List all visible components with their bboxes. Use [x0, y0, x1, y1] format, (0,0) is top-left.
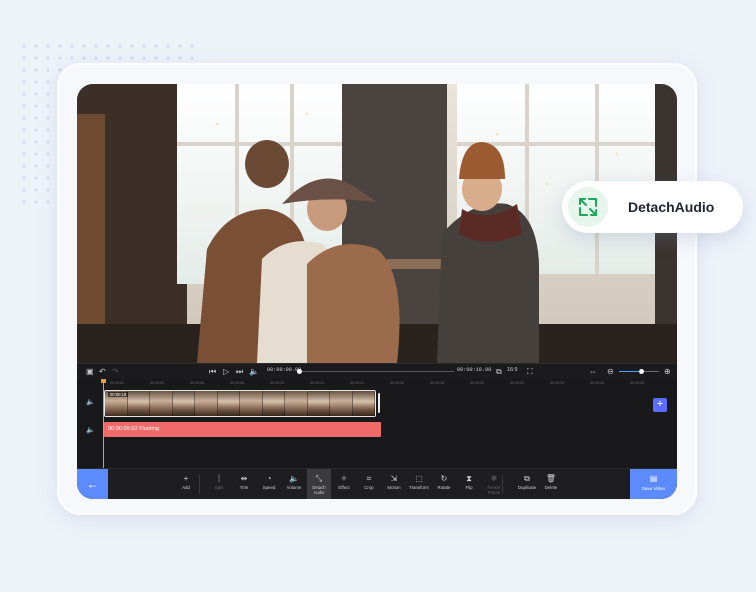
- zoom-in-icon[interactable]: ⊕: [664, 366, 671, 377]
- delete-label: Delete: [544, 485, 558, 490]
- zoom-slider-fill: [619, 371, 641, 372]
- back-button[interactable]: ←: [77, 469, 108, 499]
- total-time: 00:00:18.08: [457, 367, 492, 373]
- split-tool-button[interactable]: ⫿ Split: [207, 469, 231, 499]
- split-label: Split: [214, 485, 224, 490]
- split-icon: ⫿: [217, 474, 221, 483]
- edit-toolbar: ← ▤ Save Video + Add ⫿ Split ⇹ Trim ◔ Speed 🔈 Vol…: [77, 468, 677, 499]
- flip-icon: ⧗: [466, 474, 472, 483]
- ruler-tick: 00:00:04: [150, 381, 164, 385]
- transform-tool-button[interactable]: ⬚ Transform: [407, 469, 431, 499]
- play-icon[interactable]: ▷: [223, 366, 229, 377]
- zoom-slider-knob[interactable]: [639, 369, 644, 374]
- rotate-tool-button[interactable]: ↻ Rotate: [432, 469, 456, 499]
- audio-clip[interactable]: 00:00:05:02 Floating: [104, 422, 381, 437]
- motion-label: Motion: [387, 485, 401, 490]
- flip-label: Flip: [465, 485, 473, 490]
- seek-handle[interactable]: [297, 369, 302, 374]
- feature-callout-label: DetachAudio: [628, 199, 715, 215]
- save-video-label: Save Video: [641, 486, 666, 491]
- transform-label: Transform: [409, 485, 429, 490]
- skip-end-icon[interactable]: ⏭: [236, 366, 243, 377]
- toolbar-divider: [199, 475, 200, 494]
- undo-icon[interactable]: ↶: [99, 366, 106, 377]
- detach-audio-icon: ⤡: [315, 474, 323, 483]
- volume-tool-button[interactable]: 🔈 Volume: [282, 469, 306, 499]
- add-track-button[interactable]: +: [653, 398, 667, 412]
- timeline[interactable]: 00:00:02 00:00:04 00:00:06 00:00:08 00:00:10…: [77, 379, 677, 468]
- audio-track-mute-icon[interactable]: 🔈: [86, 426, 95, 434]
- zoom-slider[interactable]: [619, 369, 659, 374]
- detach-audio-tool-button[interactable]: ⤡ Detach Audio: [307, 469, 331, 499]
- zoom-out-icon[interactable]: ⊖: [607, 366, 614, 377]
- detach-audio-icon: [579, 198, 597, 216]
- ruler-tick: 00:00:12: [310, 381, 324, 385]
- trim-tool-button[interactable]: ⇹ Trim: [232, 469, 256, 499]
- add-label: Add: [182, 485, 190, 490]
- skip-start-icon[interactable]: ⏮: [209, 366, 216, 377]
- aspect-ratio-icon[interactable]: ⧉: [496, 366, 502, 377]
- video-clip-duration: 00:00:18: [108, 392, 129, 397]
- effect-label: Effect: [338, 485, 350, 490]
- volume-label: Volume: [286, 485, 302, 490]
- volume-icon: 🔈: [289, 474, 299, 483]
- ruler-tick: 00:00:16: [390, 381, 404, 385]
- trim-label: Trim: [239, 485, 249, 490]
- audio-clip-label: 00:00:05:02 Floating: [108, 426, 160, 432]
- speed-label: Speed: [262, 485, 276, 490]
- detach-audio-label: Detach Audio: [312, 485, 326, 495]
- crop-icon: ⌗: [366, 474, 372, 483]
- detach-audio-badge: [568, 187, 608, 227]
- redo-icon[interactable]: ↷: [112, 366, 119, 377]
- fit-timeline-icon[interactable]: ⇔: [589, 366, 597, 377]
- duplicate-icon: ⧉: [524, 474, 530, 483]
- ruler-tick: 00:00:20: [470, 381, 484, 385]
- speed-tool-button[interactable]: ◔ Speed: [257, 469, 281, 499]
- speed-icon: ◔: [266, 474, 272, 483]
- effect-icon: ✧: [340, 474, 348, 483]
- ruler-tick: 00:00:22: [510, 381, 524, 385]
- ruler-tick: 00:00:02: [110, 381, 124, 385]
- motion-tool-button[interactable]: ⇲ Motion: [382, 469, 406, 499]
- fullscreen-icon[interactable]: ⛶: [527, 366, 533, 377]
- rotate-label: Rotate: [437, 485, 451, 490]
- save-icon: ▤: [649, 474, 658, 483]
- crop-label: Crop: [364, 485, 374, 490]
- transform-icon: ⬚: [415, 474, 423, 483]
- save-video-button[interactable]: ▤ Save Video: [630, 469, 677, 499]
- video-track-mute-icon[interactable]: 🔈: [86, 398, 95, 406]
- motion-icon: ⇲: [390, 474, 398, 483]
- delete-icon: 🗑: [545, 474, 557, 483]
- aspect-ratio-label[interactable]: 16:9: [507, 367, 518, 373]
- toolbar-divider: [502, 475, 503, 494]
- playback-toolbar: ▣ ↶ ↷ ⏮ ▷ ⏭ 🔈 00:00:00.00 00:00:18.08 ⧉ …: [77, 363, 677, 379]
- time-ruler[interactable]: 00:00:02 00:00:04 00:00:06 00:00:08 00:00:10…: [105, 381, 677, 389]
- clip-trim-handle[interactable]: [378, 393, 380, 413]
- video-editor: ▣ ↶ ↷ ⏮ ▷ ⏭ 🔈 00:00:00.00 00:00:18.08 ⧉ …: [77, 84, 677, 499]
- ruler-tick: 00:00:28: [630, 381, 644, 385]
- ruler-tick: 00:00:06: [190, 381, 204, 385]
- ruler-tick: 00:00:26: [590, 381, 604, 385]
- back-arrow-icon: ←: [86, 477, 99, 491]
- ruler-tick: 00:00:18: [430, 381, 444, 385]
- flip-tool-button[interactable]: ⧗ Flip: [457, 469, 481, 499]
- save-project-icon[interactable]: ▣: [86, 366, 94, 377]
- duplicate-label: Duplicate: [517, 485, 537, 490]
- duplicate-tool-button[interactable]: ⧉ Duplicate: [515, 469, 539, 499]
- seek-bar[interactable]: [297, 369, 454, 374]
- rotate-icon: ↻: [440, 474, 448, 483]
- video-clip[interactable]: 00:00:18: [104, 390, 376, 417]
- ruler-tick: 00:00:24: [550, 381, 564, 385]
- trim-icon: ⇹: [240, 474, 248, 483]
- ruler-tick: 00:00:14: [350, 381, 364, 385]
- ruler-tick: 00:00:10: [270, 381, 284, 385]
- effect-tool-button[interactable]: ✧ Effect: [332, 469, 356, 499]
- delete-tool-button[interactable]: 🗑 Delete: [539, 469, 563, 499]
- add-tool-button[interactable]: + Add: [174, 469, 198, 499]
- ruler-tick: 00:00:08: [230, 381, 244, 385]
- crop-tool-button[interactable]: ⌗ Crop: [357, 469, 381, 499]
- volume-icon[interactable]: 🔈: [249, 366, 259, 377]
- feature-callout: DetachAudio: [562, 181, 743, 233]
- add-icon: +: [183, 474, 189, 483]
